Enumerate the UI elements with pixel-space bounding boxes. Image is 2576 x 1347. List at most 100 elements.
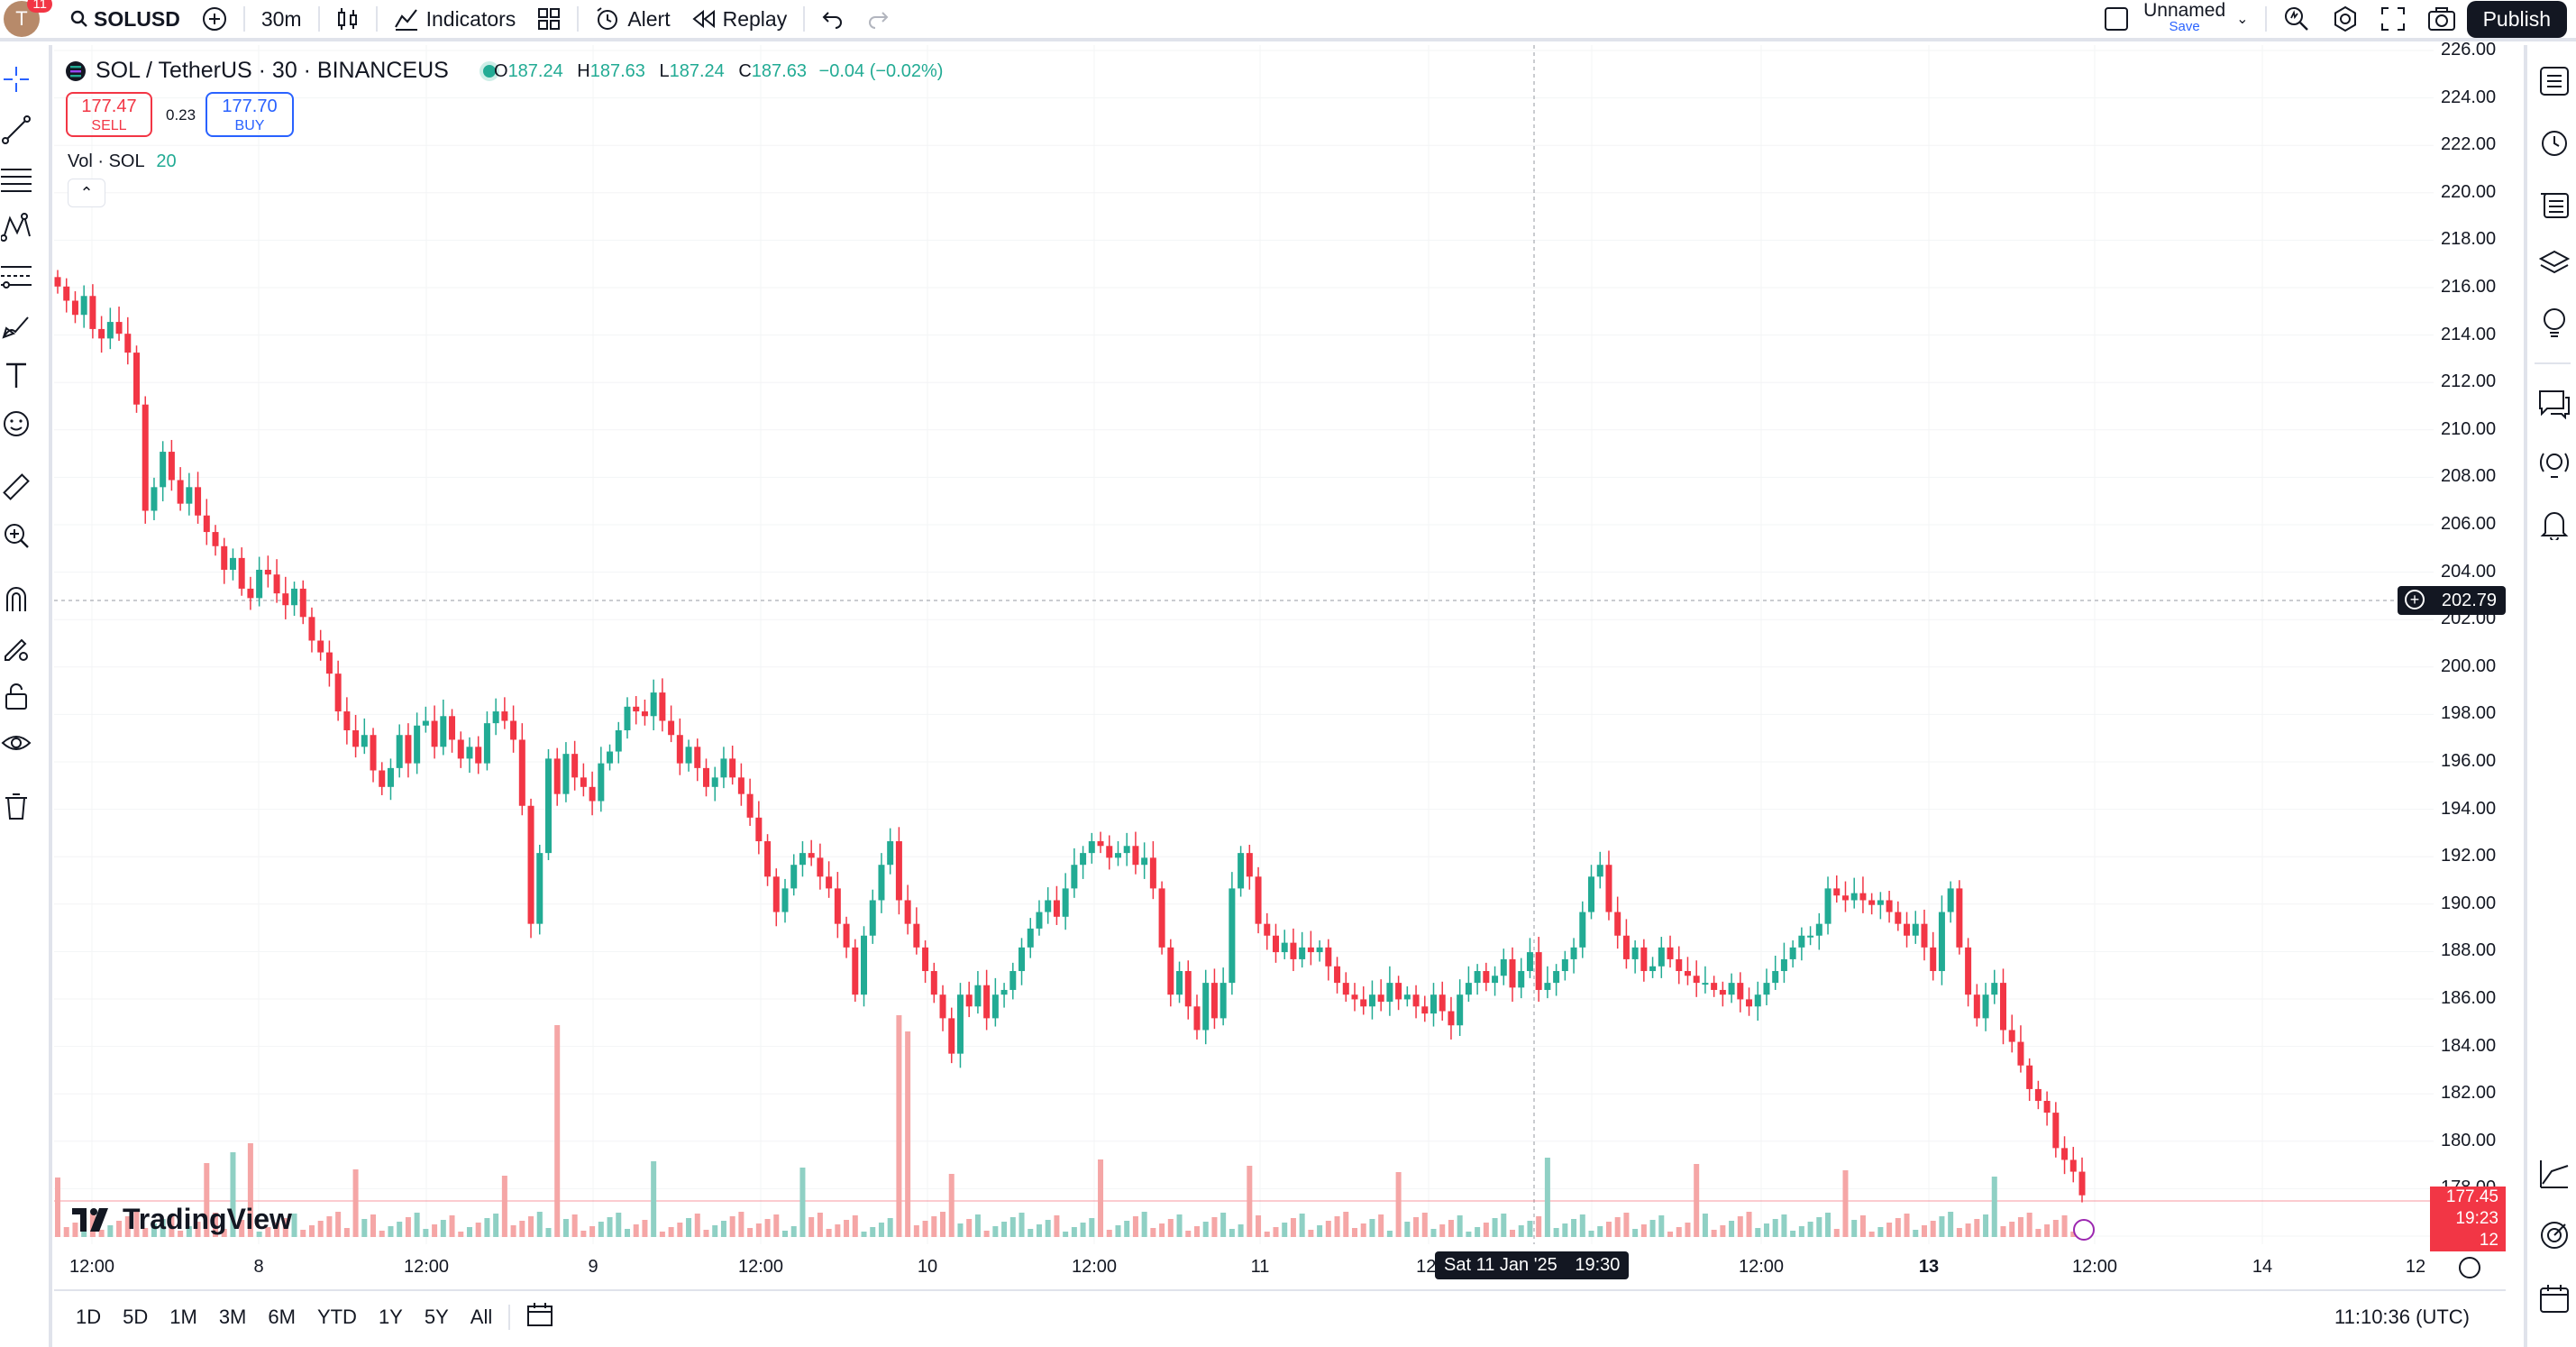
candle-body <box>1106 846 1113 858</box>
volume-bar <box>1939 1216 1945 1237</box>
calendar-panel-icon[interactable] <box>2536 1280 2572 1316</box>
redo-button[interactable] <box>855 0 900 40</box>
indicators-button[interactable]: Indicators <box>383 0 527 40</box>
trading-panel-icon[interactable] <box>2536 1156 2572 1192</box>
stay-in-drawing-mode-icon[interactable] <box>0 631 32 664</box>
candle-body <box>1921 923 1928 948</box>
price-chart[interactable] <box>54 45 2434 1244</box>
ideas-icon[interactable] <box>2536 305 2572 341</box>
fullscreen-button[interactable] <box>2370 0 2416 40</box>
candle-body <box>694 747 701 768</box>
object-tree-icon[interactable] <box>2536 186 2572 222</box>
trash-icon[interactable] <box>0 790 32 822</box>
publish-button[interactable]: Publish <box>2466 0 2567 38</box>
layout-name-button[interactable]: Unnamed Save ⌄ <box>2093 0 2259 40</box>
candle-body <box>2026 1065 2033 1089</box>
candle-body <box>414 725 421 764</box>
divider <box>375 6 378 32</box>
alerts-panel-icon[interactable] <box>2536 124 2572 160</box>
forecast-tool-icon[interactable] <box>0 260 32 292</box>
volume-legend[interactable]: Vol · SOL 20 <box>68 151 177 172</box>
candle-body <box>1176 971 1183 995</box>
volume-bar <box>1124 1221 1130 1237</box>
layers-icon[interactable] <box>2536 245 2572 281</box>
range-button-5d[interactable]: 5D <box>112 1306 159 1329</box>
eye-icon[interactable] <box>0 727 32 759</box>
quick-search-button[interactable] <box>2272 0 2321 40</box>
volume-bar <box>1781 1214 1787 1237</box>
axis-settings-icon[interactable] <box>2459 1257 2480 1278</box>
undo-button[interactable] <box>810 0 855 40</box>
snapshot-button[interactable] <box>2416 0 2467 40</box>
range-button-1d[interactable]: 1D <box>65 1306 112 1329</box>
replay-button[interactable]: Replay <box>681 0 799 40</box>
candle-body <box>1071 865 1078 889</box>
candle-body <box>2061 1148 2069 1160</box>
range-button-1y[interactable]: 1Y <box>368 1306 414 1329</box>
symbol-legend[interactable]: SOL / TetherUS · 30 · BINANCEUS <box>65 58 499 84</box>
alert-label: Alert <box>627 6 671 31</box>
emoji-tool-icon[interactable] <box>0 408 32 440</box>
alert-button[interactable]: Alert <box>584 0 681 40</box>
interval-button[interactable]: 30m <box>251 0 313 40</box>
range-button-6m[interactable]: 6M <box>257 1306 306 1329</box>
lock-icon[interactable] <box>0 680 32 712</box>
candle-body <box>1895 912 1902 924</box>
candle-body <box>1711 983 1718 990</box>
pattern-tool-icon[interactable] <box>0 211 32 243</box>
candle-body <box>89 296 96 329</box>
dom-icon[interactable] <box>2536 1217 2572 1253</box>
fib-retracement-icon[interactable] <box>0 162 32 195</box>
chart-type-button[interactable] <box>325 0 370 40</box>
symbol-search-button[interactable]: SOLUSD <box>59 0 191 40</box>
volume-bar <box>1167 1219 1174 1237</box>
candle-body <box>1045 900 1052 912</box>
tradingview-logo[interactable]: TradingView <box>72 1203 292 1236</box>
volume-bar <box>738 1212 744 1237</box>
price-tick-label: 226.00 <box>2441 40 2497 60</box>
buy-button[interactable]: 177.70 BUY <box>206 92 294 137</box>
volume-bar <box>1974 1219 1980 1237</box>
chat-icon[interactable] <box>2536 386 2572 422</box>
range-button-5y[interactable]: 5Y <box>414 1306 460 1329</box>
candle-body <box>1386 983 1393 1003</box>
chart-pane[interactable] <box>54 45 2434 1244</box>
range-button-1m[interactable]: 1M <box>159 1306 208 1329</box>
sell-button[interactable]: 177.47 SELL <box>66 92 152 137</box>
candle-body <box>1991 983 1998 995</box>
volume-bar <box>1965 1223 1971 1237</box>
volume-bar <box>300 1230 306 1237</box>
range-button-all[interactable]: All <box>460 1306 503 1329</box>
streams-icon[interactable] <box>2536 447 2572 483</box>
compare-symbol-button[interactable] <box>191 0 238 40</box>
candle-body <box>869 900 876 936</box>
candle-body <box>1080 853 1087 866</box>
text-tool-icon[interactable] <box>0 359 32 391</box>
goto-date-button[interactable] <box>516 1302 564 1333</box>
volume-bar <box>1790 1231 1796 1237</box>
utc-clock[interactable]: 11:10:36 (UTC) <box>2334 1306 2470 1329</box>
volume-bar <box>1089 1218 1095 1237</box>
brush-tool-icon[interactable] <box>0 310 32 343</box>
range-button-ytd[interactable]: YTD <box>306 1306 368 1329</box>
candle-body <box>1483 971 1490 984</box>
crosshair-tool-icon[interactable] <box>0 63 32 96</box>
settings-button[interactable] <box>2321 0 2370 40</box>
price-tick-label: 204.00 <box>2441 561 2497 582</box>
templates-button[interactable] <box>526 0 571 40</box>
volume-bar <box>703 1230 709 1237</box>
collapse-legend-button[interactable]: ⌃ <box>68 179 105 207</box>
notifications-icon[interactable] <box>2536 507 2572 543</box>
candle-body <box>1930 947 1937 972</box>
range-button-3m[interactable]: 3M <box>208 1306 258 1329</box>
rewind-icon <box>692 10 715 28</box>
ruler-icon[interactable] <box>0 471 32 503</box>
trend-line-icon[interactable] <box>0 114 32 146</box>
magnet-icon[interactable] <box>0 582 32 615</box>
crosshair-add-icon[interactable]: + <box>2405 590 2425 609</box>
crosshair-time-label: Sat 11 Jan '25 19:30 <box>1435 1251 1630 1279</box>
zoom-in-icon[interactable] <box>0 519 32 552</box>
watchlist-icon[interactable] <box>2536 63 2572 99</box>
volume-bar <box>1080 1223 1086 1237</box>
user-avatar[interactable]: T 11 <box>4 0 52 37</box>
